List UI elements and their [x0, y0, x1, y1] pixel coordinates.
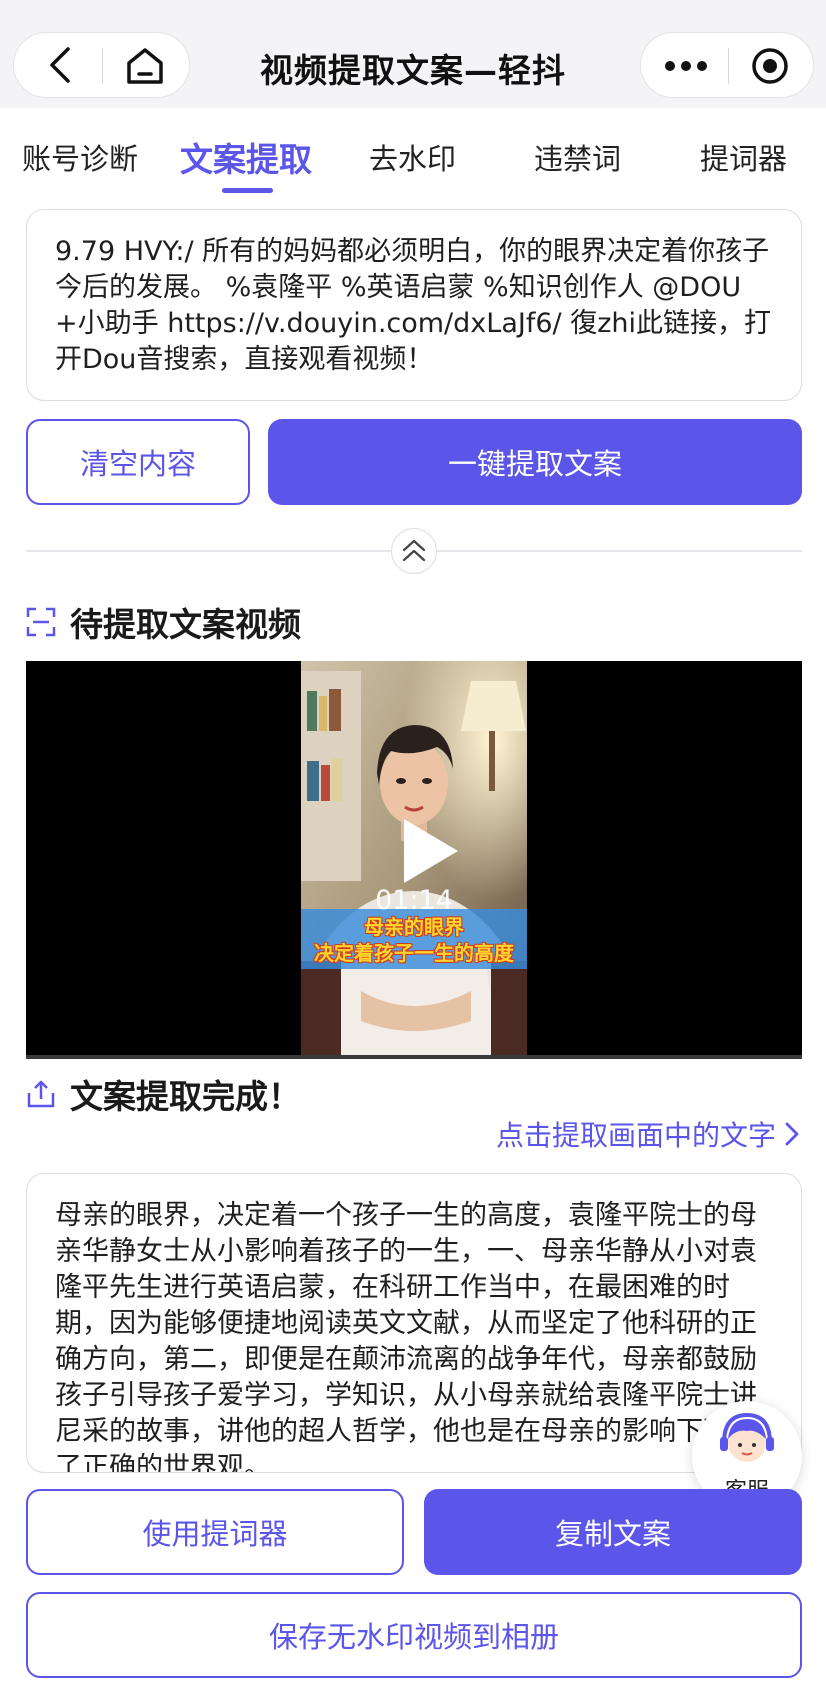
scan-frame-icon: [26, 607, 56, 637]
tab-remove-watermark[interactable]: 去水印: [369, 136, 456, 178]
extracted-text: 母亲的眼界，决定着一个孩子一生的高度，袁隆平院士的母亲华静女士从小影响着孩子的一…: [55, 1200, 757, 1473]
play-icon[interactable]: [388, 813, 464, 889]
nav-capsule-right: [640, 32, 814, 98]
link-input[interactable]: 9.79 HVY:/ 所有的妈妈都必须明白，你的眼界决定着你孩子今后的发展。 %…: [26, 209, 802, 401]
extract-frame-text-label: 点击提取画面中的文字: [495, 1119, 776, 1152]
save-video-button[interactable]: 保存无水印视频到相册: [26, 1592, 802, 1678]
video-section-header: 待提取文案视频: [26, 598, 301, 646]
extracted-text-box[interactable]: 母亲的眼界，决定着一个孩子一生的高度，袁隆平院士的母亲华静女士从小影响着孩子的一…: [26, 1173, 802, 1473]
collapse-button[interactable]: [391, 528, 437, 574]
capsule-divider: [102, 48, 103, 84]
extract-copy-button[interactable]: 一键提取文案: [268, 419, 802, 505]
upload-icon: [27, 1080, 55, 1108]
nav-capsule-left: [13, 32, 190, 98]
chevron-right-icon: [785, 1122, 799, 1146]
tab-banned-words[interactable]: 违禁词: [534, 136, 621, 178]
use-teleprompter-button[interactable]: 使用提词器: [26, 1489, 404, 1575]
capsule-divider: [728, 48, 729, 84]
video-caption-line2: 决定着孩子一生的高度: [314, 941, 514, 965]
more-dots-icon[interactable]: [663, 52, 709, 80]
tab-teleprompter[interactable]: 提词器: [700, 136, 787, 178]
main-content: 9.79 HVY:/ 所有的妈妈都必须明白，你的眼界决定着你孩子今后的发展。 %…: [0, 204, 826, 1691]
tab-bar: 账号诊断 文案提取 去水印 违禁词 提词器: [0, 108, 826, 204]
copy-text-button[interactable]: 复制文案: [424, 1489, 802, 1575]
extract-frame-text-link[interactable]: 点击提取画面中的文字: [496, 1114, 802, 1154]
page-title: 视频提取文案—轻抖: [260, 51, 566, 90]
result-section-title: 文案提取完成！: [70, 1077, 301, 1116]
clear-content-button[interactable]: 清空内容: [26, 419, 250, 505]
active-tab-indicator: [222, 188, 273, 193]
result-section-header: 文案提取完成！: [26, 1070, 301, 1118]
video-section-title: 待提取文案视频: [70, 605, 301, 644]
close-miniprogram-icon[interactable]: [750, 46, 790, 86]
tab-copy-extraction[interactable]: 文案提取: [180, 133, 312, 181]
customer-service-icon: [720, 1412, 774, 1462]
home-icon[interactable]: [124, 45, 166, 87]
video-duration: 01:14: [375, 885, 453, 916]
tab-account-diagnosis[interactable]: 账号诊断: [22, 136, 138, 178]
video-player[interactable]: 母亲的眼界 决定着孩子一生的高度 01:14: [26, 661, 802, 1059]
top-bar: 视频提取文案—轻抖: [0, 0, 826, 108]
double-chevron-up-icon: [402, 539, 425, 561]
back-arrow-icon[interactable]: [42, 45, 82, 85]
video-progress-bar[interactable]: [26, 1055, 802, 1059]
